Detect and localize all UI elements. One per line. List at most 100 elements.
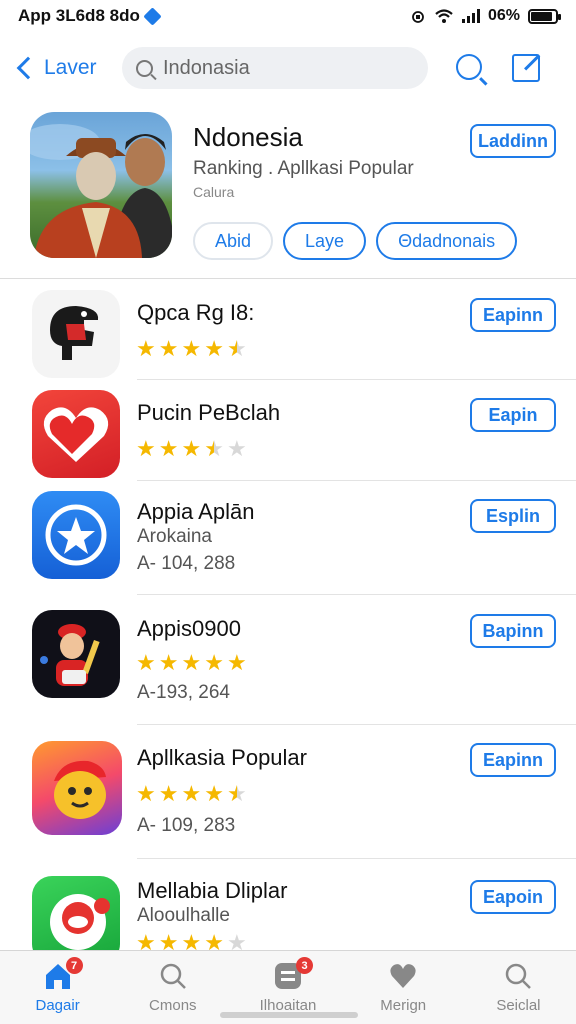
list-item[interactable]: Appis0900 ★ ★ ★ ★ ★ A-193, 264 Bapinn — [0, 610, 576, 722]
status-left: App 3L6d8 8do — [18, 6, 162, 26]
star-icon: ★ — [204, 650, 224, 675]
featured-app: Ndonesia Ranking . Apllkasi Popular Calu… — [0, 112, 576, 278]
star-icon: ★ — [181, 781, 202, 806]
get-button[interactable]: Eapinn — [470, 298, 556, 332]
tab-badge: 7 — [65, 957, 83, 974]
tab-label: Dagair — [35, 997, 80, 1014]
app-icon — [32, 290, 120, 378]
chevron-left-icon — [16, 56, 40, 80]
featured-app-image[interactable] — [30, 112, 172, 258]
star-icon: ★ — [226, 650, 247, 675]
back-button[interactable]: Laver — [14, 56, 122, 80]
app-title: Mellabia Dliplar — [137, 878, 288, 903]
nav-bar: Laver Indonasia — [0, 40, 576, 96]
app-icon — [32, 876, 120, 950]
chip-dadnonais[interactable]: Θdadnonais — [376, 222, 518, 260]
heart-icon — [388, 961, 418, 991]
battery-icon — [528, 8, 561, 24]
star-icon: ★ — [204, 781, 224, 806]
row-divider — [137, 724, 576, 725]
apps-icon: 3 — [273, 957, 313, 991]
star-icon: ★ — [136, 436, 156, 461]
tab-dagair[interactable]: 7 Dagair — [0, 951, 115, 1024]
compose-icon[interactable] — [512, 54, 540, 82]
app-icon — [32, 741, 122, 835]
star-icon: ★ — [181, 436, 202, 461]
tab-cmons[interactable]: Cmons — [115, 951, 230, 1024]
app-title: Qpca Rg I8: — [137, 300, 255, 325]
star-rating: ★ ★ ★ ★ ★ — [136, 338, 247, 360]
star-half-icon: ★ — [226, 781, 247, 806]
battery-percent: 06% — [487, 7, 520, 24]
chip-abid[interactable]: Abid — [193, 222, 274, 260]
search-input[interactable]: Indonasia — [122, 47, 428, 89]
get-button[interactable]: Eapinn — [470, 743, 556, 777]
app-icon — [32, 390, 120, 478]
section-divider — [0, 278, 576, 279]
list-item[interactable]: Mellabia Dliplar Alooulhalle ★ ★ ★ ★ ★ E… — [0, 876, 576, 950]
row-divider — [137, 480, 576, 481]
get-button[interactable]: Esplin — [470, 499, 556, 533]
row-divider — [137, 858, 576, 859]
nav-actions — [456, 54, 540, 82]
tab-badge: 3 — [296, 957, 313, 974]
tab-label: Merign — [380, 997, 427, 1014]
star-half-icon: ★ — [204, 436, 224, 461]
search-icon[interactable] — [456, 54, 482, 80]
star-icon: ★ — [136, 650, 156, 675]
star-rating: ★ ★ ★ ★ ★ — [136, 652, 247, 674]
list-item[interactable]: Appia Aplān Arokaina A- 104, 288 Esplin — [0, 491, 576, 593]
get-button[interactable]: Bapinn — [470, 614, 556, 648]
search-icon — [503, 961, 533, 991]
star-rating: ★ ★ ★ ★ ★ — [136, 438, 247, 460]
featured-get-button[interactable]: Laddinn — [470, 124, 556, 158]
search-value: Indonasia — [163, 56, 250, 79]
home-icon: 7 — [43, 957, 83, 991]
status-title: App 3L6d8 8do — [18, 6, 140, 25]
row-divider — [137, 379, 576, 380]
star-icon: ★ — [181, 930, 202, 951]
wifi-icon — [435, 9, 453, 23]
get-button[interactable]: Eapin — [470, 398, 556, 432]
star-icon: ★ — [158, 781, 179, 806]
tab-label: Cmons — [149, 997, 197, 1014]
app-count: A- 109, 283 — [137, 815, 236, 836]
star-icon: ★ — [204, 336, 224, 361]
star-icon: ★ — [204, 930, 224, 951]
app-title: Appia Aplān — [137, 499, 255, 524]
status-right: 06% — [410, 7, 561, 25]
app-title: Pucin PeBclah — [137, 400, 281, 425]
app-count: A- 104, 288 — [137, 553, 236, 574]
star-icon: ★ — [158, 930, 179, 951]
star-rating: ★ ★ ★ ★ ★ — [136, 783, 247, 805]
app-icon — [32, 610, 120, 698]
app-count: A-193, 264 — [137, 682, 230, 703]
category-chips: Abid Laye Θdadnonais — [193, 222, 518, 260]
app-subtitle: Arokaina — [137, 526, 212, 547]
status-bar: App 3L6d8 8do 06% — [0, 0, 576, 32]
list-item[interactable]: Apllkasia Popular ★ ★ ★ ★ ★ A- 109, 283 … — [0, 741, 576, 853]
star-half-icon: ★ — [226, 336, 247, 361]
search-icon — [136, 59, 153, 77]
star-icon: ★ — [158, 336, 179, 361]
star-icon: ★ — [181, 650, 202, 675]
back-label: Laver — [44, 56, 97, 79]
search-icon — [158, 961, 188, 991]
app-title: Apllkasia Popular — [137, 745, 307, 770]
list-item[interactable]: Pucin PeBclah ★ ★ ★ ★ ★ Eapin — [0, 390, 576, 480]
featured-app-category: Calura — [193, 184, 235, 200]
tab-seiclal[interactable]: Seiclal — [461, 951, 576, 1024]
list-item[interactable]: Qpca Rg I8: ★ ★ ★ ★ ★ Eapinn — [0, 290, 576, 380]
star-empty-icon: ★ — [226, 930, 247, 951]
tab-merign[interactable]: Merign — [346, 951, 461, 1024]
star-icon: ★ — [136, 336, 156, 361]
app-icon — [32, 491, 120, 579]
verified-icon — [143, 6, 162, 26]
chip-laye[interactable]: Laye — [283, 222, 367, 260]
home-indicator[interactable] — [220, 1012, 358, 1018]
get-button[interactable]: Eapoin — [470, 880, 556, 914]
star-icon: ★ — [136, 781, 156, 806]
cellular-signal-icon — [461, 9, 480, 23]
featured-app-subtitle: Ranking . Apllkasi Popular — [193, 158, 414, 179]
rotation-lock-icon — [412, 11, 424, 23]
